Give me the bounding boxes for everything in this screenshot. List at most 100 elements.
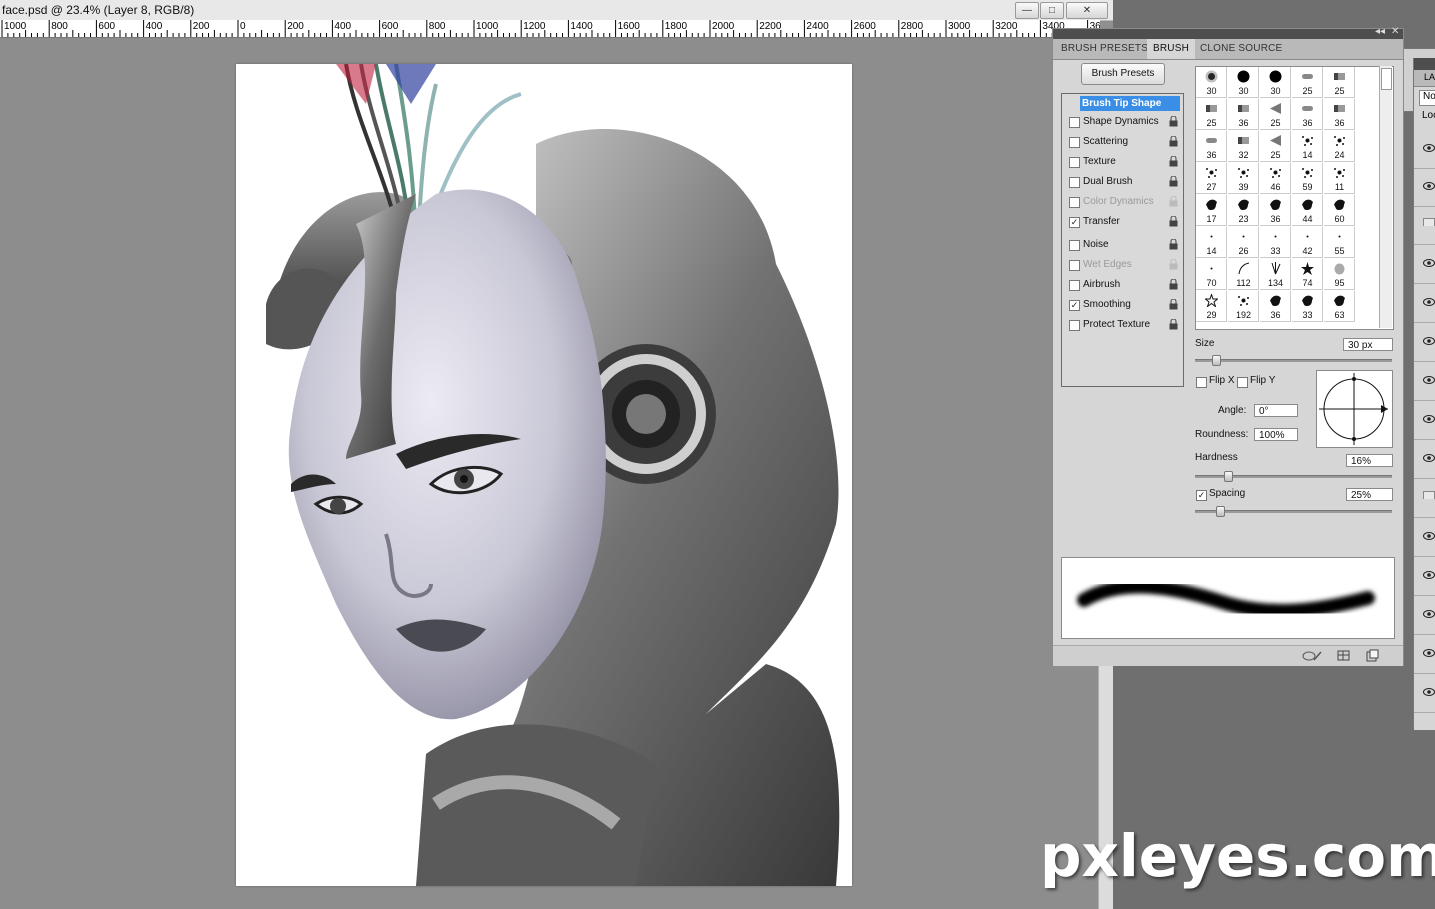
eye-icon[interactable] (1423, 144, 1435, 152)
layer-row[interactable] (1414, 440, 1435, 479)
layer-row[interactable] (1414, 596, 1435, 635)
close-button[interactable]: ✕ (1066, 2, 1108, 19)
brush-tip-cell[interactable]: 30 (1260, 67, 1291, 98)
brush-tip-cell[interactable]: 60 (1324, 195, 1355, 226)
eye-icon[interactable] (1423, 182, 1435, 190)
lock-icon[interactable] (1169, 259, 1178, 270)
brush-panel-header[interactable]: ◂◂ ✕ (1053, 26, 1403, 39)
brush-tip-cell[interactable]: 30 (1228, 67, 1259, 98)
brush-tip-cell[interactable]: 74 (1292, 259, 1323, 290)
tab-brush[interactable]: BRUSH (1147, 39, 1196, 59)
lock-icon[interactable] (1169, 196, 1178, 207)
size-slider[interactable] (1195, 359, 1392, 362)
brush-tip-cell[interactable]: 33 (1292, 291, 1323, 322)
eye-icon[interactable] (1423, 688, 1435, 696)
blend-mode-select[interactable]: No (1419, 90, 1435, 106)
brush-presets-button[interactable]: Brush Presets (1081, 63, 1165, 85)
layer-row[interactable] (1414, 323, 1435, 362)
brush-tip-cell[interactable]: 36 (1260, 195, 1291, 226)
option-checkbox[interactable] (1069, 280, 1080, 291)
brush-option-transfer[interactable]: ✓ Transfer (1066, 214, 1182, 230)
lock-icon[interactable] (1169, 239, 1178, 250)
brush-option-smoothing[interactable]: ✓ Smoothing (1066, 297, 1182, 313)
brush-option-color-dynamics[interactable]: Color Dynamics (1066, 194, 1182, 210)
spacing-field[interactable]: 25% (1346, 488, 1393, 501)
option-checkbox[interactable] (1069, 320, 1080, 331)
hidden-layer-box[interactable] (1423, 218, 1435, 226)
maximize-button[interactable]: □ (1040, 2, 1064, 19)
brush-tip-cell[interactable]: 25 (1292, 67, 1323, 98)
option-checkbox[interactable]: ✓ (1069, 217, 1080, 228)
brush-tip-cell[interactable]: 25 (1196, 99, 1227, 130)
flip-x-checkbox[interactable] (1196, 377, 1207, 388)
brush-option-wet-edges[interactable]: Wet Edges (1066, 257, 1182, 273)
lock-icon[interactable] (1169, 136, 1178, 147)
brush-tip-cell[interactable]: 14 (1196, 227, 1227, 258)
eye-icon[interactable] (1423, 298, 1435, 306)
layer-row[interactable] (1414, 518, 1435, 557)
eye-icon[interactable] (1423, 571, 1435, 579)
brush-tip-cell[interactable]: 55 (1324, 227, 1355, 258)
hardness-slider-thumb[interactable] (1224, 471, 1233, 482)
horizontal-ruler[interactable]: 1000 800 600 400 200 0 200 400 600 800 1000 1200 140… (0, 20, 1100, 38)
brush-tip-cell[interactable]: 14 (1292, 131, 1323, 162)
grid-view-icon[interactable] (1337, 649, 1351, 663)
eye-icon[interactable] (1423, 415, 1435, 423)
brush-tip-cell[interactable]: 134 (1260, 259, 1291, 290)
brush-tip-cell[interactable]: 112 (1228, 259, 1259, 290)
option-checkbox[interactable] (1069, 260, 1080, 271)
eye-icon[interactable] (1423, 532, 1435, 540)
brush-tip-shape-item[interactable]: Brush Tip Shape (1080, 96, 1180, 111)
layer-row[interactable] (1414, 168, 1435, 207)
tab-brush-presets[interactable]: BRUSH PRESETS (1055, 39, 1154, 59)
hardness-field[interactable]: 16% (1346, 454, 1393, 467)
lock-icon[interactable] (1169, 319, 1178, 330)
option-checkbox[interactable] (1069, 117, 1080, 128)
layer-row[interactable] (1414, 674, 1435, 713)
new-brush-icon[interactable] (1365, 649, 1379, 663)
angle-roundness-widget[interactable] (1316, 370, 1393, 448)
brush-tip-cell[interactable]: 25 (1260, 131, 1291, 162)
option-checkbox[interactable] (1069, 137, 1080, 148)
brush-tip-cell[interactable]: 36 (1324, 99, 1355, 130)
eye-icon[interactable] (1423, 610, 1435, 618)
layers-tab[interactable]: LA (1414, 70, 1435, 87)
angle-field[interactable]: 0° (1254, 404, 1298, 417)
brush-tip-cell[interactable]: 24 (1324, 131, 1355, 162)
brush-tip-cell[interactable]: 23 (1228, 195, 1259, 226)
eye-icon[interactable] (1423, 376, 1435, 384)
lock-icon[interactable] (1169, 299, 1178, 310)
collapse-icon[interactable]: ◂◂ (1375, 26, 1385, 37)
brush-tip-scrollbar[interactable] (1379, 66, 1392, 328)
brush-tip-cell[interactable]: 25 (1260, 99, 1291, 130)
lock-icon[interactable] (1169, 279, 1178, 290)
flip-y-checkbox[interactable] (1237, 377, 1248, 388)
brush-tip-cell[interactable]: 30 (1196, 67, 1227, 98)
brush-tip-cell[interactable]: 36 (1292, 99, 1323, 130)
scroll-thumb[interactable] (1381, 68, 1392, 90)
spacing-checkbox[interactable]: ✓ (1196, 490, 1207, 501)
brush-tip-cell[interactable]: 63 (1324, 291, 1355, 322)
layer-row[interactable] (1414, 206, 1435, 245)
brush-option-noise[interactable]: Noise (1066, 237, 1182, 253)
layer-row[interactable] (1414, 401, 1435, 440)
layers-panel[interactable]: LA No Loc (1413, 58, 1435, 730)
layer-row[interactable] (1414, 557, 1435, 596)
brush-option-airbrush[interactable]: Airbrush (1066, 277, 1182, 293)
option-checkbox[interactable] (1069, 157, 1080, 168)
option-checkbox[interactable] (1069, 240, 1080, 251)
brush-option-texture[interactable]: Texture (1066, 154, 1182, 170)
lock-icon[interactable] (1169, 156, 1178, 167)
lock-icon[interactable] (1169, 116, 1178, 127)
brush-option-scattering[interactable]: Scattering (1066, 134, 1182, 150)
brush-tip-cell[interactable]: 59 (1292, 163, 1323, 194)
brush-option-protect-texture[interactable]: Protect Texture (1066, 317, 1182, 333)
layer-row[interactable] (1414, 284, 1435, 323)
brush-tip-cell[interactable]: 26 (1228, 227, 1259, 258)
document-title-bar[interactable]: face.psd @ 23.4% (Layer 8, RGB/8) — □ ✕ (0, 0, 1113, 21)
eye-icon[interactable] (1423, 454, 1435, 462)
eye-icon[interactable] (1423, 649, 1435, 657)
hidden-layer-box[interactable] (1423, 491, 1435, 499)
document-canvas[interactable] (236, 64, 852, 886)
layer-row[interactable] (1414, 130, 1435, 169)
